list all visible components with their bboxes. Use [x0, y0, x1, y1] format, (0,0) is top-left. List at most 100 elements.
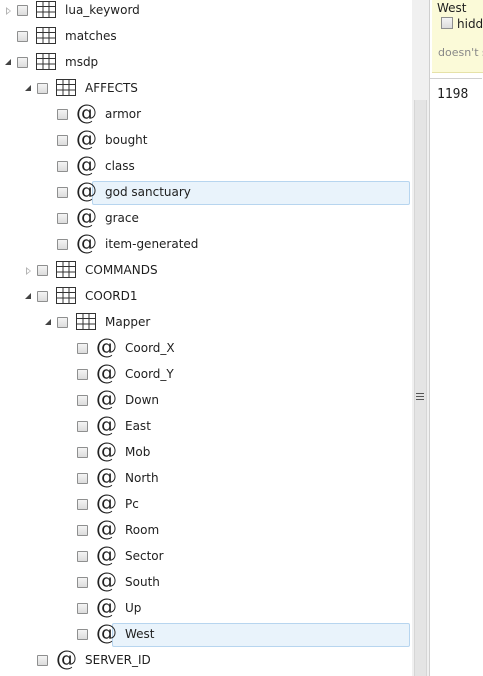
tree-item-label: msdp	[65, 55, 99, 69]
row-checkbox[interactable]	[77, 447, 88, 458]
toggle-spacer	[62, 596, 76, 622]
variable-icon: @	[56, 647, 77, 671]
tree-item-label: COMMANDS	[85, 263, 158, 277]
tree-row[interactable]: @ Pc	[0, 492, 412, 518]
row-checkbox[interactable]	[57, 135, 68, 146]
expand-arrow-icon[interactable]	[2, 0, 16, 24]
variable-icon: @	[96, 361, 117, 385]
toggle-spacer	[62, 440, 76, 466]
tree-row[interactable]: Mapper	[0, 310, 412, 336]
collapse-arrow-icon[interactable]	[42, 310, 56, 336]
tree-item-label: East	[125, 419, 151, 433]
row-checkbox[interactable]	[37, 83, 48, 94]
variable-icon: @	[96, 621, 117, 645]
variable-info-box: West hidden doesn't show	[432, 0, 483, 73]
row-checkbox[interactable]	[57, 161, 68, 172]
variable-icon: @	[76, 205, 97, 229]
collapse-arrow-icon[interactable]	[22, 76, 36, 102]
toggle-spacer	[42, 232, 56, 258]
tree-row[interactable]: COMMANDS	[0, 258, 412, 284]
row-checkbox[interactable]	[77, 603, 88, 614]
variable-icon: @	[76, 153, 97, 177]
expand-arrow-icon[interactable]	[22, 258, 36, 284]
hidden-checkbox[interactable]	[441, 17, 453, 29]
tree-row[interactable]: @ Down	[0, 388, 412, 414]
row-checkbox[interactable]	[77, 525, 88, 536]
row-checkbox[interactable]	[77, 395, 88, 406]
row-checkbox[interactable]	[57, 317, 68, 328]
tree-row[interactable]: @ god sanctuary	[0, 180, 412, 206]
row-checkbox[interactable]	[57, 187, 68, 198]
tree-row[interactable]: @ Up	[0, 596, 412, 622]
row-checkbox[interactable]	[77, 551, 88, 562]
tree-row[interactable]: @ Sector	[0, 544, 412, 570]
variable-icon: @	[96, 491, 117, 515]
variable-tree[interactable]: lua_keyword matches msdp AFFECTS @ armor @ boug…	[0, 0, 412, 676]
tree-row[interactable]: msdp	[0, 50, 412, 76]
collapse-arrow-icon[interactable]	[2, 50, 16, 76]
splitter-grip-icon[interactable]	[416, 393, 424, 400]
toggle-spacer	[42, 206, 56, 232]
tree-row[interactable]: lua_keyword	[0, 0, 412, 24]
row-checkbox[interactable]	[17, 57, 28, 68]
toggle-spacer	[62, 362, 76, 388]
table-icon	[56, 260, 76, 280]
variable-icon: @	[76, 101, 97, 125]
tree-item-label: Coord_X	[125, 341, 175, 355]
row-checkbox[interactable]	[57, 213, 68, 224]
variable-icon: @	[96, 413, 117, 437]
row-checkbox[interactable]	[17, 5, 28, 16]
tree-item-label: Sector	[125, 549, 164, 563]
row-checkbox[interactable]	[77, 499, 88, 510]
variable-value[interactable]: 1198	[437, 87, 468, 102]
collapse-arrow-icon[interactable]	[22, 284, 36, 310]
table-icon	[56, 286, 76, 306]
tree-row[interactable]: @ SERVER_ID	[0, 648, 412, 674]
tree-item-label: matches	[65, 29, 117, 43]
tree-row[interactable]: AFFECTS	[0, 76, 412, 102]
row-checkbox[interactable]	[77, 343, 88, 354]
variable-icon: @	[96, 439, 117, 463]
tree-item-label: SERVER_ID	[85, 653, 151, 667]
row-checkbox[interactable]	[77, 473, 88, 484]
row-checkbox[interactable]	[37, 265, 48, 276]
row-checkbox[interactable]	[37, 655, 48, 666]
splitter-track[interactable]	[414, 100, 427, 676]
toggle-spacer	[62, 544, 76, 570]
table-icon	[36, 26, 56, 46]
tree-row[interactable]: @ Room	[0, 518, 412, 544]
tree-row[interactable]: @ East	[0, 414, 412, 440]
tree-row[interactable]: @ North	[0, 466, 412, 492]
toggle-spacer	[42, 128, 56, 154]
row-checkbox[interactable]	[57, 109, 68, 120]
row-checkbox[interactable]	[37, 291, 48, 302]
toggle-spacer	[62, 414, 76, 440]
row-checkbox[interactable]	[77, 369, 88, 380]
tree-row[interactable]: @ Mob	[0, 440, 412, 466]
toggle-spacer	[2, 24, 16, 50]
tree-row[interactable]: @ West	[0, 622, 412, 648]
tree-row[interactable]: @ Coord_Y	[0, 362, 412, 388]
row-checkbox[interactable]	[17, 31, 28, 42]
tree-row[interactable]: @ class	[0, 154, 412, 180]
variable-icon: @	[96, 595, 117, 619]
tree-row[interactable]: @ armor	[0, 102, 412, 128]
tree-row[interactable]: @ Coord_X	[0, 336, 412, 362]
tree-row[interactable]: @ bought	[0, 128, 412, 154]
variable-icon: @	[96, 335, 117, 359]
value-editor[interactable]: 1198	[430, 78, 482, 676]
tree-row[interactable]: @ South	[0, 570, 412, 596]
variable-icon: @	[96, 517, 117, 541]
tree-row[interactable]: @ grace	[0, 206, 412, 232]
details-panel: West hidden doesn't show 1198	[429, 0, 483, 676]
row-checkbox[interactable]	[57, 239, 68, 250]
row-checkbox[interactable]	[77, 577, 88, 588]
tree-row[interactable]: @ item-generated	[0, 232, 412, 258]
tree-item-label: AFFECTS	[85, 81, 138, 95]
row-checkbox[interactable]	[77, 629, 88, 640]
tree-item-label: bought	[105, 133, 148, 147]
tree-row[interactable]: COORD1	[0, 284, 412, 310]
tree-row[interactable]: matches	[0, 24, 412, 50]
pane-splitter[interactable]	[412, 0, 429, 676]
row-checkbox[interactable]	[77, 421, 88, 432]
